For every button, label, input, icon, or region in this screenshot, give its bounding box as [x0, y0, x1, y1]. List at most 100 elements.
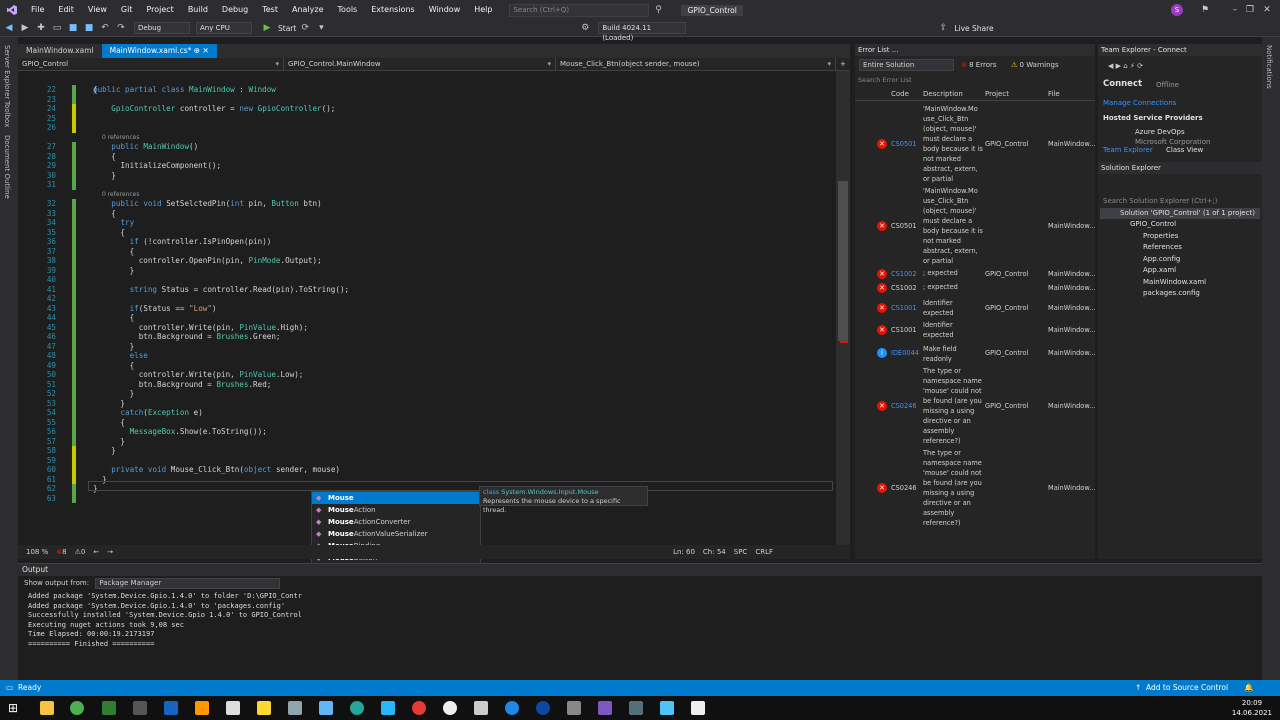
app-icon-3[interactable] [102, 701, 116, 715]
source-control-icon[interactable]: ↑ [1135, 680, 1141, 696]
save-icon[interactable]: ■ [66, 21, 80, 35]
col-description[interactable]: Description [923, 90, 963, 98]
zoom-select[interactable]: 108 % [26, 548, 48, 556]
toolbox-tab[interactable]: Toolbox [3, 101, 11, 127]
chrome-icon[interactable] [70, 701, 84, 715]
app-icon-4[interactable] [133, 701, 147, 715]
code-editor[interactable]: public partial class MainWindow : Window… [18, 71, 838, 545]
windows-start-icon[interactable]: ⊞ [8, 701, 22, 715]
scope-select[interactable]: Entire Solution [859, 59, 954, 71]
app-icon-7[interactable] [226, 701, 240, 715]
tab-class-view[interactable]: Class View [1166, 146, 1203, 154]
new-project-icon[interactable]: ✚ [34, 21, 48, 35]
intellisense-item[interactable]: ◆ MouseAction [312, 504, 480, 516]
output-source-select[interactable]: Package Manager [95, 577, 281, 589]
split-icon[interactable]: + [836, 58, 850, 71]
live-share-icon[interactable]: ⇪ [936, 21, 950, 35]
error-row[interactable]: ✕ CS0246 The type or namespace name 'mouse… [855, 448, 1095, 528]
menu-analyze[interactable]: Analyze [285, 0, 331, 20]
app-icon-8[interactable] [257, 701, 271, 715]
next-issue-icon[interactable]: → [107, 548, 113, 556]
warnings-filter[interactable]: ⚠ 0 Warnings [1011, 59, 1059, 71]
undo-icon[interactable]: ↶ [98, 21, 112, 35]
intellisense-item[interactable]: ◆ MouseActionConverter [312, 516, 480, 528]
manage-connections-link[interactable]: Manage Connections [1103, 99, 1176, 107]
close-tab-icon[interactable]: ✕ [202, 46, 208, 55]
menu-view[interactable]: View [81, 0, 114, 20]
errors-filter[interactable]: ⊗ 8 Errors [961, 59, 997, 71]
app-icon-13[interactable] [412, 701, 426, 715]
error-row[interactable]: i IDE0044 Make field readonly GPIO_Control M… [855, 344, 1095, 363]
error-row[interactable]: ✕ CS0501 'MainWindow.Mo use_Click_Btn (obj… [855, 186, 1095, 266]
line-ending-indicator[interactable]: CRLF [755, 548, 773, 556]
add-source-control[interactable]: Add to Source Control [1146, 680, 1228, 696]
search-icon[interactable]: ⚲ [651, 3, 665, 17]
menu-git[interactable]: Git [114, 0, 140, 20]
toolbar-options-icon[interactable]: ▾ [314, 21, 328, 35]
open-icon[interactable]: ▭ [50, 21, 64, 35]
save-all-icon[interactable]: ■ [82, 21, 96, 35]
home-icon[interactable]: ⌂ [1123, 62, 1127, 70]
notifications-tab[interactable]: Notifications [1265, 45, 1273, 89]
tab-mainwindow-xaml[interactable]: MainWindow.xaml [18, 44, 102, 58]
live-share-button[interactable]: Live Share [954, 24, 993, 33]
references-label[interactable]: 0 references [102, 190, 140, 200]
error-search-input[interactable]: Search Error List [858, 75, 1090, 86]
menu-help[interactable]: Help [467, 0, 499, 20]
app-icon-21[interactable] [660, 701, 674, 715]
forward-icon[interactable]: ▶ [18, 21, 32, 35]
menu-window[interactable]: Window [422, 0, 468, 20]
close-button[interactable]: ✕ [1252, 0, 1280, 20]
indent-indicator[interactable]: SPC [734, 548, 748, 556]
app-icon-18[interactable] [567, 701, 581, 715]
col-project[interactable]: Project [985, 90, 1009, 98]
menu-edit[interactable]: Edit [51, 0, 81, 20]
tab-team-explorer[interactable]: Team Explorer [1103, 146, 1153, 154]
app-icon-9[interactable] [288, 701, 302, 715]
intellisense-item[interactable]: ◆ MouseActionValueSerializer [312, 528, 480, 540]
member-dropdown[interactable]: Mouse_Click_Btn(object sender, mouse) ▾ [556, 58, 836, 71]
forward-icon[interactable]: ▶ [1116, 62, 1121, 70]
back-icon[interactable]: ◀ [2, 21, 16, 35]
hot-reload-icon[interactable]: ⟳ [298, 21, 312, 35]
menu-project[interactable]: Project [139, 0, 180, 20]
error-row[interactable]: ✕ CS1001 Identifier expected GPIO_Control Ma… [855, 298, 1095, 318]
visual-studio-taskbar-icon[interactable] [598, 701, 612, 715]
error-row[interactable]: ✕ CS1002 ; expected GPIO_Control MainWindow.… [855, 268, 1095, 280]
references-label[interactable]: 0 references [102, 133, 140, 143]
tree-references[interactable]: References [1143, 243, 1182, 251]
feedback-icon[interactable]: ⚑ [1190, 0, 1220, 20]
start-button[interactable]: Start [278, 24, 296, 33]
clock[interactable]: 20:09 14.06.2021 [1232, 698, 1272, 718]
hosted-providers-heading[interactable]: Hosted Service Providers [1103, 114, 1203, 122]
col-file[interactable]: File [1048, 90, 1060, 98]
error-row[interactable]: ✕ CS1001 Identifier expected MainWindow... [855, 320, 1095, 340]
app-icon-14[interactable] [443, 701, 457, 715]
app-icon-15[interactable] [474, 701, 488, 715]
menu-tools[interactable]: Tools [331, 0, 365, 20]
tab-mainwindow-xaml-cs[interactable]: MainWindow.xaml.cs* ⊕ ✕ [101, 44, 217, 58]
file-explorer-icon[interactable] [40, 701, 54, 715]
error-code[interactable]: CS1002 [891, 270, 917, 278]
pin-icon[interactable]: ⊕ [194, 46, 200, 55]
tree-app-xaml[interactable]: App.xaml [1143, 266, 1176, 274]
platform-select[interactable]: Any CPU [196, 22, 252, 34]
error-code[interactable]: IDE0044 [891, 349, 919, 357]
app-icon-16[interactable] [505, 701, 519, 715]
app-icon-17[interactable] [536, 701, 550, 715]
tree-project[interactable]: GPIO_Control [1130, 220, 1176, 228]
redo-icon[interactable]: ↷ [114, 21, 128, 35]
error-row[interactable]: ✕ CS0501 'MainWindow.Mo use_Click_Btn (obj… [855, 104, 1095, 184]
app-icon-20[interactable] [629, 701, 643, 715]
search-input[interactable]: Search (Ctrl+Q) [509, 3, 650, 17]
menu-file[interactable]: File [24, 0, 51, 20]
build-info[interactable]: Build 4024.11 (Loaded) [598, 22, 687, 42]
app-icon-6[interactable] [195, 701, 209, 715]
menu-test[interactable]: Test [255, 0, 285, 20]
col-code[interactable]: Code [891, 90, 909, 98]
tree-app-config[interactable]: App.config [1143, 255, 1180, 263]
notification-bell-icon[interactable]: 🔔 [1244, 680, 1253, 696]
app-icon-22[interactable] [691, 701, 705, 715]
plug-icon[interactable]: ⚡ [1130, 62, 1135, 70]
previous-issue-icon[interactable]: ← [93, 548, 99, 556]
